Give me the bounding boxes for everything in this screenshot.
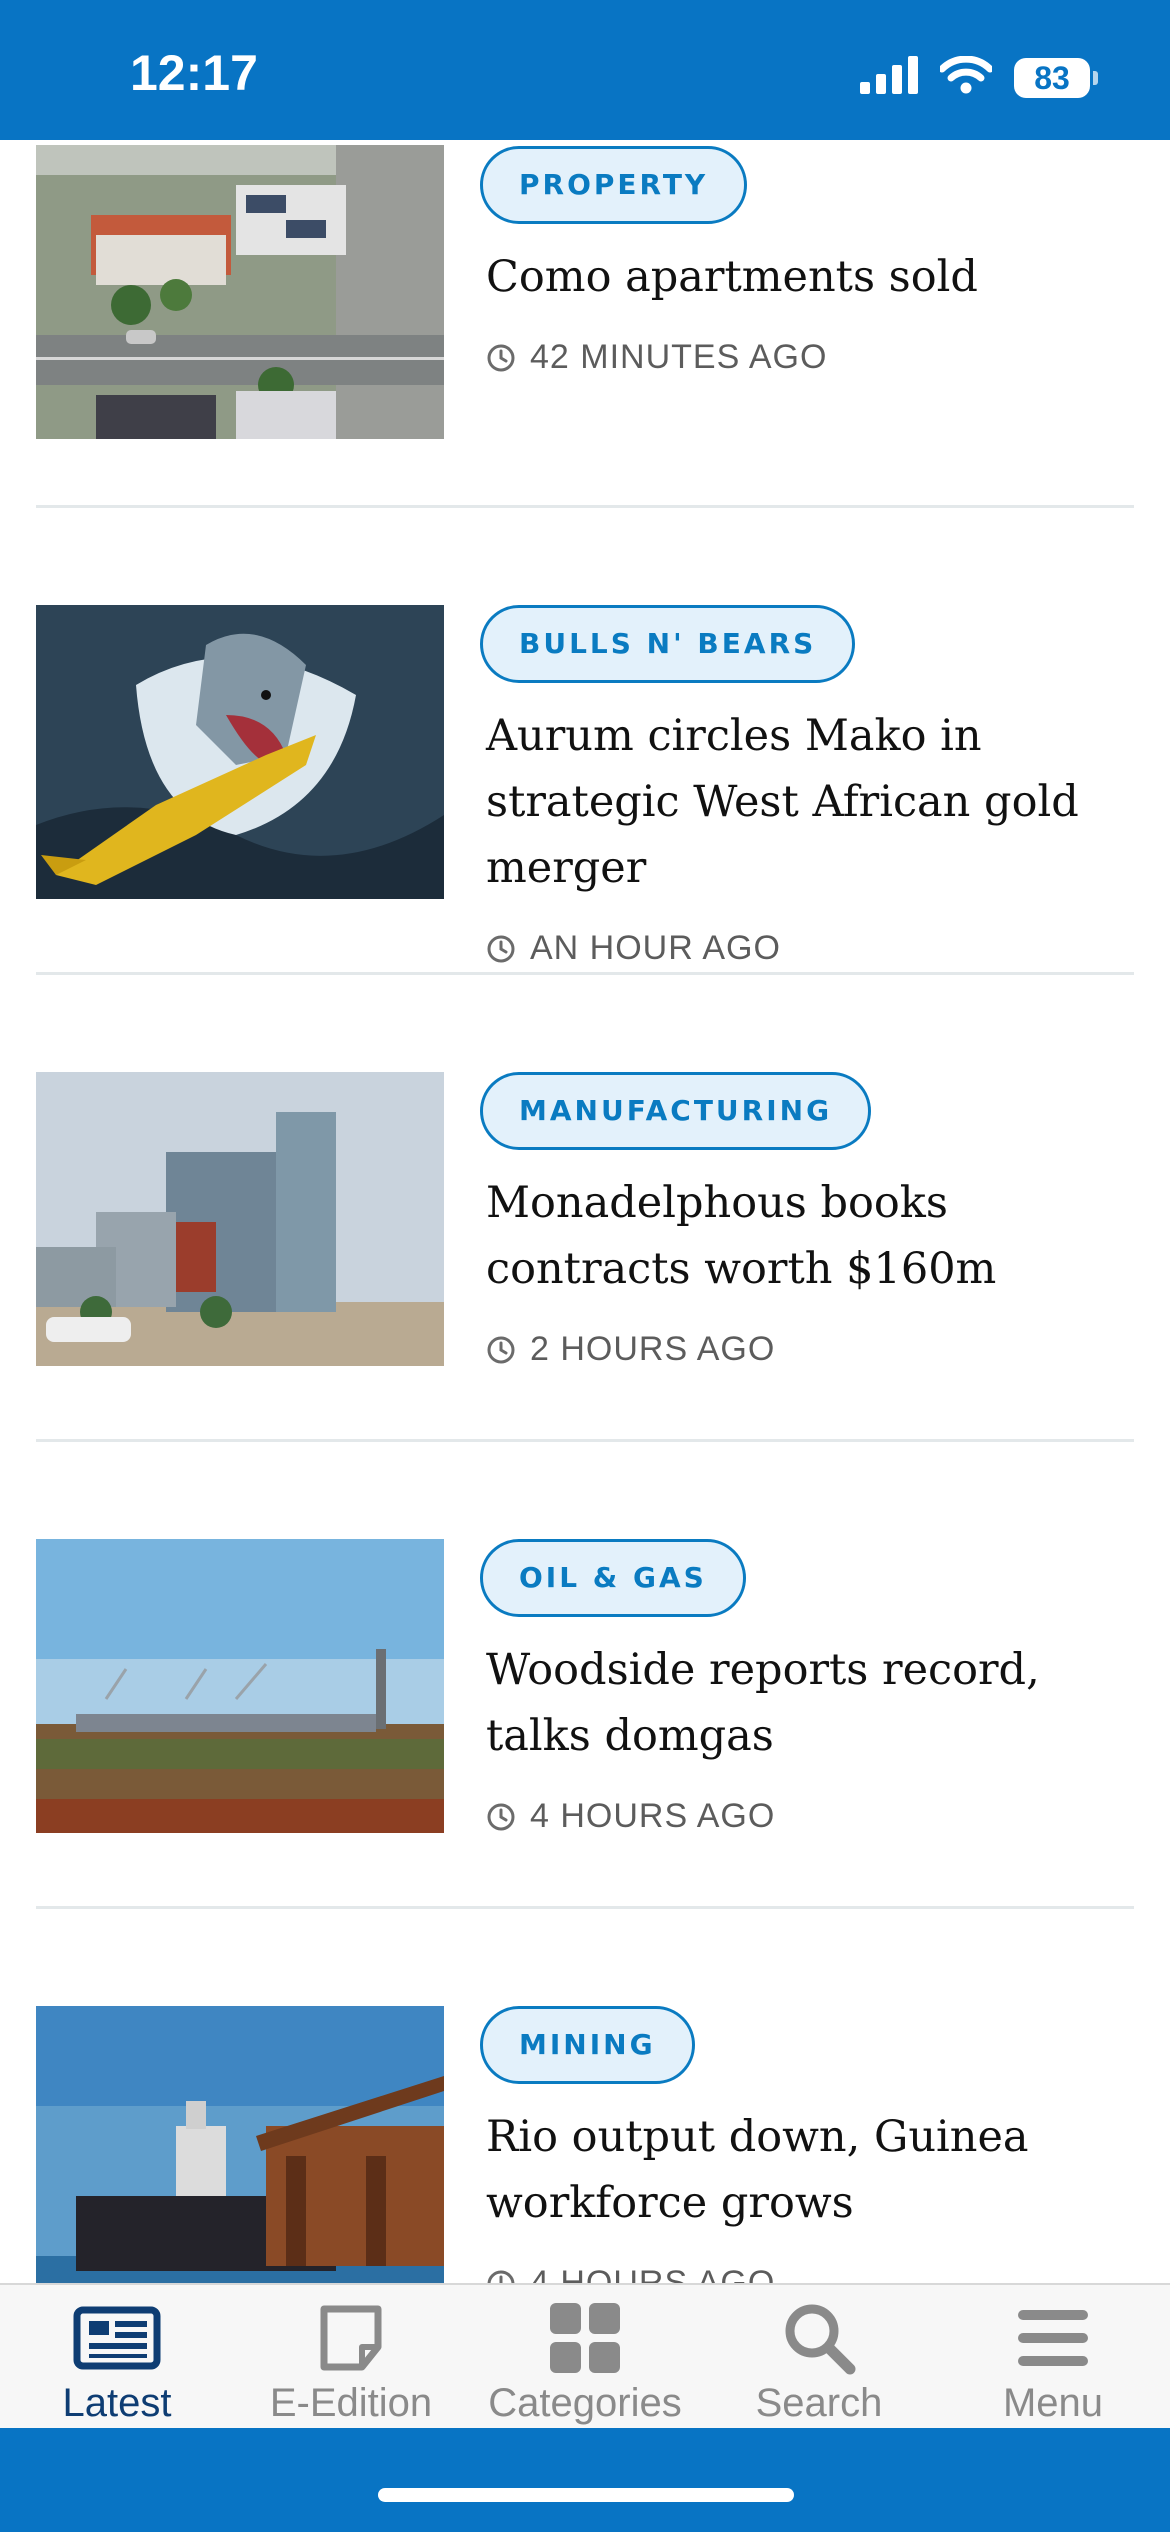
article-thumbnail-ship[interactable] <box>36 2006 444 2283</box>
article-time-text: 4 HOURS AGO <box>530 1797 776 1835</box>
article-time: 2 HOURS AGO <box>486 1330 1140 1369</box>
newspaper-icon <box>73 2297 161 2379</box>
article-time-text: 2 HOURS AGO <box>530 1330 776 1368</box>
article-time-text: 4 HOURS AGO <box>530 2264 776 2283</box>
article-thumbnail-houses[interactable] <box>36 145 444 439</box>
article-time: 4 HOURS AGO <box>486 2264 1140 2283</box>
search-icon <box>782 2297 856 2379</box>
tab-bar: Latest E-Edition Categories Search Menu <box>0 2283 1170 2428</box>
divider <box>36 505 1134 508</box>
article-time-text: 42 MINUTES AGO <box>530 338 828 376</box>
article-headline[interactable]: Como apartments sold <box>486 244 1140 310</box>
article-headline[interactable]: Monadelphous books contracts worth $160m <box>486 1170 1140 1302</box>
article-time: AN HOUR AGO <box>486 929 1140 968</box>
wifi-icon <box>938 55 994 99</box>
category-tag[interactable]: OIL & GAS <box>480 1539 746 1617</box>
divider <box>36 1906 1134 1909</box>
article-headline[interactable]: Rio output down, Guinea workforce grows <box>486 2104 1140 2236</box>
home-indicator-area <box>0 2428 1170 2532</box>
divider <box>36 972 1134 975</box>
article-headline[interactable]: Aurum circles Mako in strategic West Afr… <box>486 703 1140 901</box>
article-time: 42 MINUTES AGO <box>486 338 1140 377</box>
article-headline[interactable]: Woodside reports record, talks domgas <box>486 1637 1140 1769</box>
tab-e-edition[interactable]: E-Edition <box>234 2285 468 2428</box>
clock-icon <box>486 343 516 373</box>
home-indicator[interactable] <box>378 2488 794 2502</box>
article-thumbnail-building[interactable] <box>36 1072 444 1366</box>
article-time: 4 HOURS AGO <box>486 1797 1140 1836</box>
tab-label: E-Edition <box>269 2381 433 2425</box>
grid-icon <box>550 2297 620 2379</box>
battery-icon: 83 <box>1014 57 1098 98</box>
cellular-signal-icon <box>860 56 918 99</box>
article-time-text: AN HOUR AGO <box>530 929 781 967</box>
status-bar: 12:17 83 <box>0 0 1170 140</box>
article-thumbnail-shark[interactable] <box>36 605 444 899</box>
category-tag[interactable]: PROPERTY <box>480 146 748 224</box>
article-feed[interactable]: PROPERTY Como apartments sold 42 MINUTES… <box>0 140 1170 2283</box>
tab-label: Categories <box>488 2381 682 2425</box>
tab-categories[interactable]: Categories <box>468 2285 702 2428</box>
clock-icon <box>486 1802 516 1832</box>
status-icons: 83 <box>860 55 1098 99</box>
tab-search[interactable]: Search <box>702 2285 936 2428</box>
category-tag[interactable]: MANUFACTURING <box>480 1072 872 1150</box>
hamburger-icon <box>1018 2297 1088 2379</box>
category-tag[interactable]: BULLS N' BEARS <box>480 605 856 683</box>
clock-icon <box>486 1335 516 1365</box>
tab-latest[interactable]: Latest <box>0 2285 234 2428</box>
clock-icon <box>486 2269 516 2283</box>
category-tag[interactable]: MINING <box>480 2006 695 2084</box>
status-time: 12:17 <box>130 45 258 101</box>
article-thumbnail-gas-plant[interactable] <box>36 1539 444 1833</box>
tab-menu[interactable]: Menu <box>936 2285 1170 2428</box>
divider <box>36 1439 1134 1442</box>
tab-label: Latest <box>62 2381 172 2425</box>
page-icon <box>318 2297 384 2379</box>
clock-icon <box>486 934 516 964</box>
tab-label: Search <box>755 2381 883 2425</box>
tab-label: Menu <box>1002 2381 1104 2425</box>
